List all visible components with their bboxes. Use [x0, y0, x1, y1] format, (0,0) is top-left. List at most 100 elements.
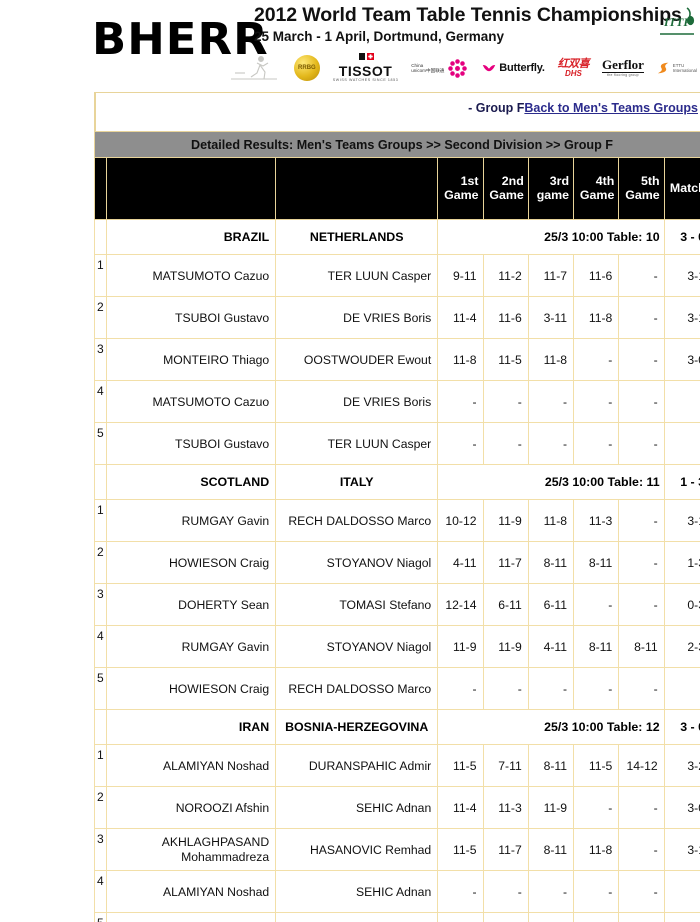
match-header-row: SCOTLANDITALY25/3 10:00 Table: 111 - 3: [93, 464, 700, 500]
rubber-game-3: -: [527, 912, 575, 922]
rubber-number: 5: [93, 422, 108, 465]
rubber-score: 1-3: [663, 541, 700, 584]
rubber-number: 2: [93, 296, 108, 339]
rubber-home-player: NOROOZI Afshin: [106, 912, 277, 922]
rubber-row: 4 RUMGAY Gavin STOYANOV Niagol 11-9 11-9 4-11…: [93, 625, 700, 668]
gold-medal-label: RRBG: [293, 55, 320, 81]
header-game-5: 5th Game: [618, 157, 665, 220]
rubber-game-4: -: [573, 338, 620, 381]
match-schedule: 25/3 10:00 Table: 12: [437, 709, 665, 745]
match-result: 3 - 0: [663, 709, 700, 745]
rubber-game-1: -: [437, 380, 484, 423]
match-index-cell: [93, 464, 108, 500]
rubber-game-1: 12-14: [437, 583, 484, 626]
rubber-game-4: 11-6: [573, 254, 620, 297]
rubber-row: 2 NOROOZI Afshin SEHIC Adnan 11-4 11-3 11-9- -…: [93, 786, 700, 829]
rubber-game-5: -: [618, 380, 665, 423]
rubber-home-player: RUMGAY Gavin: [106, 625, 277, 668]
rubber-away-player: TER LUUN Casper: [275, 422, 439, 465]
dhs-chinese-wordmark: 红双喜: [557, 57, 590, 70]
rubber-number: 3: [93, 338, 108, 381]
gerflor-tagline: the flooring group: [607, 73, 639, 78]
rubber-home-player: DOHERTY Sean: [106, 583, 277, 626]
match-schedule: 25/3 10:00 Table: 11: [437, 464, 665, 500]
unicom-mark-icon: [448, 58, 468, 78]
header-game-4: 4th Game: [573, 157, 620, 220]
rubber-game-3: 6-11: [527, 583, 575, 626]
rubber-game-4: -: [573, 912, 620, 922]
header-game-3-line1: 3rd: [549, 173, 570, 188]
header-game-2: 2nd Game: [482, 157, 529, 220]
rubber-game-4: 11-3: [573, 499, 620, 542]
header-game-3: 3rd game: [527, 157, 575, 220]
rubber-row: 3 AKHLAGHPASAND Mohammadreza HASANOVIC Remh…: [93, 828, 700, 871]
header-away-player: [275, 157, 439, 220]
rubber-game-1: 11-9: [437, 625, 484, 668]
rubber-row: 2 HOWIESON Craig STOYANOV Niagol 4-11 11-7 8-…: [93, 541, 700, 584]
header-match-score: Match: [663, 157, 700, 220]
rubber-home-player: RUMGAY Gavin: [106, 499, 277, 542]
header-game-3-line2: game: [536, 187, 570, 202]
sponsor-gerflor-logo: Gerflor the flooring group: [602, 51, 644, 85]
rubber-number: 1: [93, 744, 108, 787]
rubber-score: 3-0: [663, 338, 700, 381]
rubber-game-3: 8-11: [527, 541, 575, 584]
rubber-game-5: -: [618, 870, 665, 913]
header-game-2-line1: 2nd: [501, 173, 524, 188]
match-home-team: SCOTLAND: [106, 464, 277, 500]
rubber-score: 3-1: [663, 296, 700, 339]
rubber-game-1: 11-4: [437, 296, 484, 339]
rubber-game-3: -: [527, 667, 575, 710]
rubber-game-4: -: [573, 786, 620, 829]
rubber-game-5: -: [618, 338, 665, 381]
butterfly-wordmark: Butterfly.: [499, 62, 545, 74]
rubber-game-3: -: [527, 422, 575, 465]
rubber-game-5: -: [618, 296, 665, 339]
rubber-game-2: -: [482, 380, 529, 423]
tissot-cross-icon: [333, 53, 399, 63]
rubber-game-1: 9-11: [437, 254, 484, 297]
tissot-tagline: SWISS WATCHES SINCE 1853: [332, 78, 399, 83]
header-game-4-line1: 4th: [595, 173, 615, 188]
svg-text:ITTF: ITTF: [663, 15, 691, 29]
rubber-game-1: 11-5: [437, 828, 484, 871]
rubber-away-player: DE VRIES Boris: [275, 380, 439, 423]
rubber-away-player: DURANSPAHIC Admir: [275, 744, 439, 787]
rubber-game-1: -: [437, 667, 484, 710]
rubber-game-4: 11-5: [573, 744, 620, 787]
rubber-away-player: SEHIC Adnan: [275, 786, 439, 829]
table-caption-row: Detailed Results: Men's Teams Groups >> …: [94, 131, 700, 158]
rubber-away-player: RECH DALDOSSO Marco: [275, 499, 439, 542]
rubber-game-2: -: [482, 870, 529, 913]
rubber-score: 3-1: [663, 254, 700, 297]
rubber-number: 3: [93, 583, 108, 626]
table-body: BRAZIL NETHERLANDS 25/3 10:00 Table: 10 3 -…: [93, 219, 700, 922]
rubber-away-player: SEHIC Adnan: [275, 870, 439, 913]
rubber-game-4: -: [573, 380, 620, 423]
rubber-game-4: -: [573, 583, 620, 626]
header-game-5-line2: Game: [625, 187, 660, 202]
rubber-game-3: -: [527, 380, 575, 423]
sponsor-strip: RRBG TISSOT SWISS WATCHES SINCE 1853 Chi…: [227, 50, 697, 86]
rubber-game-3: 8-11: [527, 744, 575, 787]
rubber-number: 5: [93, 667, 108, 710]
rubber-game-3: 11-9: [527, 786, 575, 829]
rubber-game-2: 11-7: [482, 828, 529, 871]
rubber-game-1: -: [437, 870, 484, 913]
header-game-2-line2: Game: [489, 187, 524, 202]
rubber-away-player: STOYANOV Niagol: [275, 625, 439, 668]
rubber-away-player: RECH DALDOSSO Marco: [275, 667, 439, 710]
sponsor-ettu-logo: ETTU International: [657, 51, 697, 85]
rubber-game-3: 8-11: [527, 828, 575, 871]
back-to-groups-link[interactable]: Back to Men's Teams Groups: [524, 101, 698, 115]
table-header-row: 1st Game 2nd Game 3rd game 4th Game 5th: [93, 157, 700, 220]
rubber-game-4: 8-11: [573, 541, 620, 584]
rubber-home-player: TSUBOI Gustavo: [106, 422, 277, 465]
rubber-game-4: -: [573, 422, 620, 465]
rubber-number: 1: [93, 254, 108, 297]
rubber-number: 4: [93, 625, 108, 668]
sponsor-gold-medal-icon: RRBG: [293, 51, 320, 85]
rubber-game-2: 11-9: [482, 625, 529, 668]
ittf-logo-icon: ITTF: [654, 4, 698, 42]
rubber-number: 2: [93, 541, 108, 584]
